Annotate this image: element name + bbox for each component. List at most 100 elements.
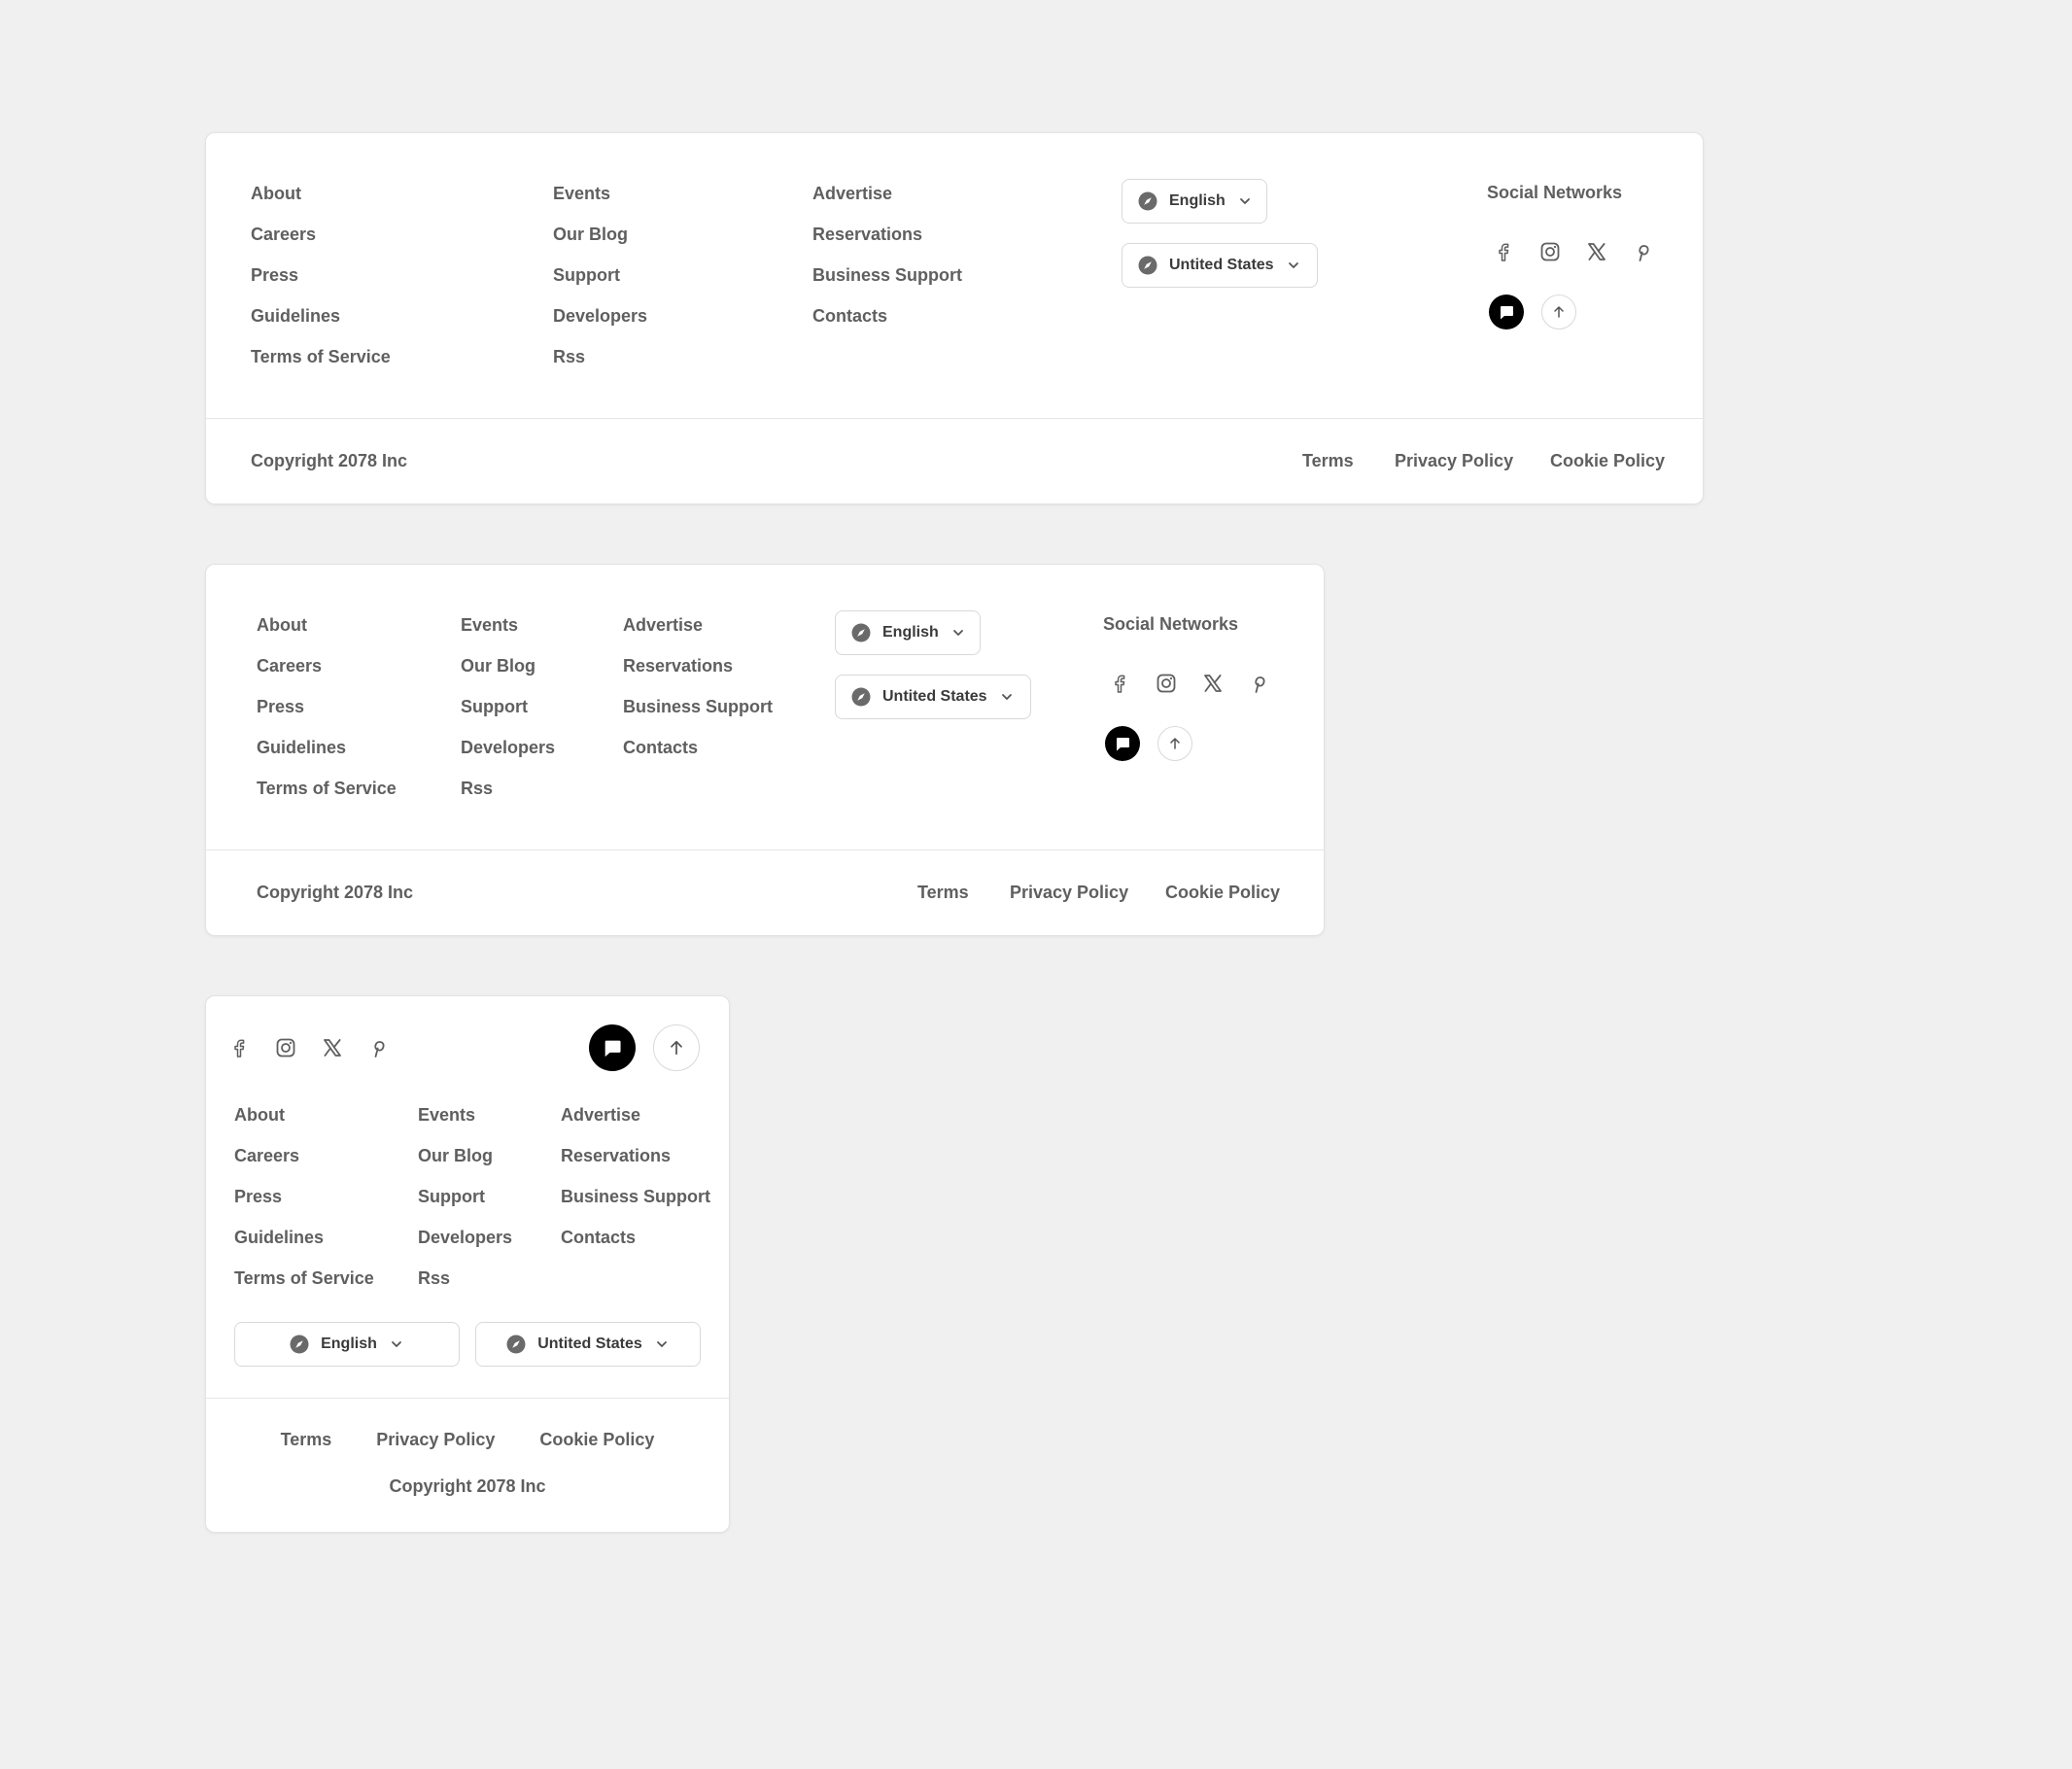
chevron-down-icon xyxy=(654,1336,670,1352)
link-privacy-policy[interactable]: Privacy Policy xyxy=(376,1430,495,1449)
region-select[interactable]: Untited States xyxy=(475,1322,701,1367)
links-column-1: About Careers Press Guidelines Terms of … xyxy=(257,615,397,819)
compass-icon xyxy=(506,1335,526,1354)
x-icon[interactable] xyxy=(318,1033,347,1062)
instagram-icon[interactable] xyxy=(1152,669,1181,698)
footer-divider xyxy=(206,1398,729,1399)
language-label: English xyxy=(321,1335,377,1352)
link-rss[interactable]: Rss xyxy=(461,779,555,798)
compass-icon xyxy=(851,687,871,707)
instagram-icon[interactable] xyxy=(271,1033,300,1062)
x-icon[interactable] xyxy=(1582,237,1611,266)
link-terms[interactable]: Terms xyxy=(1302,451,1354,470)
link-advertise[interactable]: Advertise xyxy=(561,1105,710,1125)
facebook-icon[interactable] xyxy=(1105,669,1134,698)
compass-icon xyxy=(1138,191,1157,211)
link-guidelines[interactable]: Guidelines xyxy=(251,306,391,326)
copyright-text: Copyright 2078 Inc xyxy=(389,1476,546,1496)
link-advertise[interactable]: Advertise xyxy=(623,615,773,635)
back-to-top-button[interactable] xyxy=(1157,726,1192,761)
link-reservations[interactable]: Reservations xyxy=(561,1146,710,1165)
region-select[interactable]: Untited States xyxy=(1122,243,1318,288)
link-support[interactable]: Support xyxy=(553,265,647,285)
link-reservations[interactable]: Reservations xyxy=(812,225,962,244)
link-contacts[interactable]: Contacts xyxy=(812,306,962,326)
facebook-icon[interactable] xyxy=(224,1033,254,1062)
link-events[interactable]: Events xyxy=(553,184,647,203)
link-our-blog[interactable]: Our Blog xyxy=(553,225,647,244)
language-select[interactable]: English xyxy=(234,1322,460,1367)
chevron-down-icon xyxy=(950,625,966,641)
region-select[interactable]: Untited States xyxy=(835,675,1031,719)
link-careers[interactable]: Careers xyxy=(257,656,397,676)
link-press[interactable]: Press xyxy=(251,265,391,285)
link-guidelines[interactable]: Guidelines xyxy=(257,738,397,757)
chevron-down-icon xyxy=(389,1336,404,1352)
links-column-1: About Careers Press Guidelines Terms of … xyxy=(234,1105,374,1309)
link-support[interactable]: Support xyxy=(418,1187,512,1206)
link-cookie-policy[interactable]: Cookie Policy xyxy=(1550,451,1665,470)
link-rss[interactable]: Rss xyxy=(418,1268,512,1288)
link-careers[interactable]: Careers xyxy=(234,1146,374,1165)
link-developers[interactable]: Developers xyxy=(553,306,647,326)
link-press[interactable]: Press xyxy=(257,697,397,716)
pinterest-icon[interactable] xyxy=(1629,237,1658,266)
link-business-support[interactable]: Business Support xyxy=(623,697,773,716)
arrow-up-icon xyxy=(1551,304,1567,320)
link-about[interactable]: About xyxy=(257,615,397,635)
link-our-blog[interactable]: Our Blog xyxy=(418,1146,512,1165)
link-developers[interactable]: Developers xyxy=(461,738,555,757)
link-press[interactable]: Press xyxy=(234,1187,374,1206)
compass-icon xyxy=(851,623,871,642)
pinterest-icon[interactable] xyxy=(364,1033,394,1062)
link-events[interactable]: Events xyxy=(461,615,555,635)
language-select[interactable]: English xyxy=(1122,179,1267,224)
bottom-links: Terms Privacy Policy Cookie Policy xyxy=(206,1430,729,1449)
link-about[interactable]: About xyxy=(234,1105,374,1125)
link-terms-of-service[interactable]: Terms of Service xyxy=(251,347,391,366)
links-column-2: Events Our Blog Support Developers Rss xyxy=(418,1105,512,1309)
footer-divider xyxy=(206,418,1703,419)
chat-button[interactable] xyxy=(589,1024,636,1071)
region-label: Untited States xyxy=(882,688,987,705)
chevron-down-icon xyxy=(1237,193,1253,209)
region-label: Untited States xyxy=(1169,257,1274,273)
compass-icon xyxy=(1138,256,1157,275)
footer-wide: About Careers Press Guidelines Terms of … xyxy=(205,132,1704,504)
link-contacts[interactable]: Contacts xyxy=(623,738,773,757)
chevron-down-icon xyxy=(1286,258,1301,273)
chat-button[interactable] xyxy=(1489,295,1524,330)
link-rss[interactable]: Rss xyxy=(553,347,647,366)
links-column-2: Events Our Blog Support Developers Rss xyxy=(553,184,647,388)
link-contacts[interactable]: Contacts xyxy=(561,1228,710,1247)
link-terms-of-service[interactable]: Terms of Service xyxy=(257,779,397,798)
back-to-top-button[interactable] xyxy=(1541,295,1576,330)
link-terms[interactable]: Terms xyxy=(917,883,969,902)
link-guidelines[interactable]: Guidelines xyxy=(234,1228,374,1247)
link-privacy-policy[interactable]: Privacy Policy xyxy=(1010,883,1128,902)
chat-button[interactable] xyxy=(1105,726,1140,761)
language-select[interactable]: English xyxy=(835,610,981,655)
link-developers[interactable]: Developers xyxy=(418,1228,512,1247)
link-reservations[interactable]: Reservations xyxy=(623,656,773,676)
language-label: English xyxy=(882,624,939,641)
link-business-support[interactable]: Business Support xyxy=(812,265,962,285)
link-our-blog[interactable]: Our Blog xyxy=(461,656,555,676)
facebook-icon[interactable] xyxy=(1489,237,1518,266)
link-advertise[interactable]: Advertise xyxy=(812,184,962,203)
link-careers[interactable]: Careers xyxy=(251,225,391,244)
link-terms-of-service[interactable]: Terms of Service xyxy=(234,1268,374,1288)
link-cookie-policy[interactable]: Cookie Policy xyxy=(539,1430,654,1449)
link-cookie-policy[interactable]: Cookie Policy xyxy=(1165,883,1280,902)
link-terms[interactable]: Terms xyxy=(281,1430,332,1449)
link-events[interactable]: Events xyxy=(418,1105,512,1125)
x-icon[interactable] xyxy=(1198,669,1227,698)
instagram-icon[interactable] xyxy=(1536,237,1565,266)
chevron-down-icon xyxy=(999,689,1015,705)
link-business-support[interactable]: Business Support xyxy=(561,1187,710,1206)
link-privacy-policy[interactable]: Privacy Policy xyxy=(1395,451,1513,470)
back-to-top-button[interactable] xyxy=(653,1024,700,1071)
pinterest-icon[interactable] xyxy=(1245,669,1274,698)
link-about[interactable]: About xyxy=(251,184,391,203)
link-support[interactable]: Support xyxy=(461,697,555,716)
